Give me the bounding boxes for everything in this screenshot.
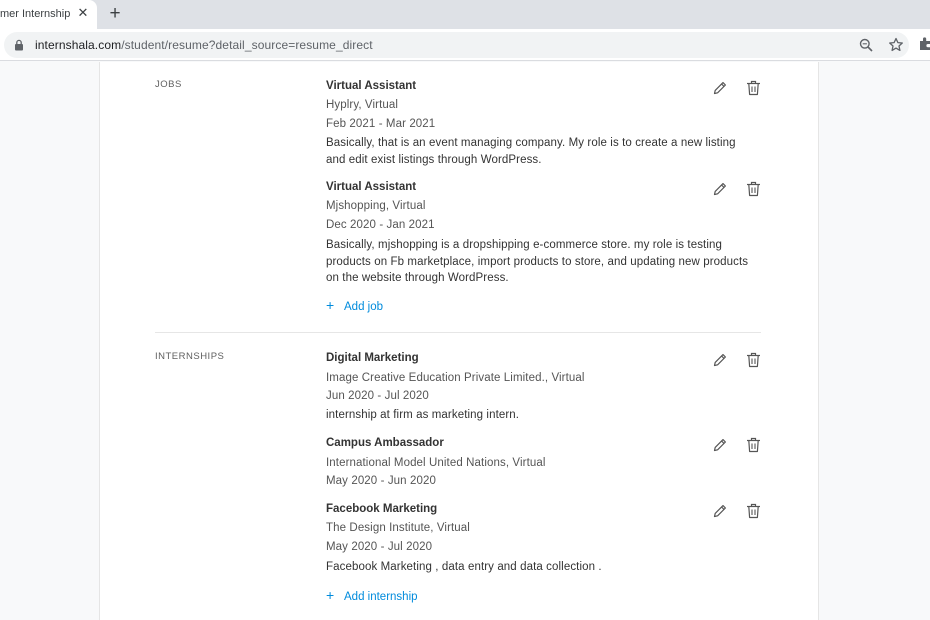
lock-icon[interactable] [13,39,25,51]
edit-pencil-icon[interactable] [712,181,728,197]
job-description: Basically, mjshopping is a dropshipping … [326,239,749,284]
plus-icon: + [326,587,335,603]
internship-company: International Model United Nations, Virt… [326,457,546,469]
job-dates: Dec 2020 - Jan 2021 [326,219,435,231]
close-tab-icon[interactable]: ✕ [76,6,90,20]
internship-dates: May 2020 - Jun 2020 [326,475,436,487]
internship-dates: May 2020 - Jul 2020 [326,541,433,553]
internship-description: Facebook Marketing , data entry and data… [326,561,602,573]
delete-trash-icon[interactable] [746,80,761,96]
delete-trash-icon[interactable] [746,503,761,519]
add-internship-link[interactable]: + Add internship [326,587,418,603]
browser-tab[interactable]: mer Internship ✕ [0,0,97,29]
internship-title: Campus Ambassador [326,437,444,449]
url-text[interactable]: internshala.com/student/resume?detail_so… [35,38,373,52]
edit-pencil-icon[interactable] [712,352,728,368]
plus-icon: + [326,297,335,313]
new-tab-icon[interactable]: + [106,4,124,24]
job-title: Virtual Assistant [326,181,417,193]
delete-trash-icon[interactable] [746,352,761,368]
extensions-puzzle-icon[interactable] [918,36,930,52]
job-title: Virtual Assistant [326,80,417,92]
delete-trash-icon[interactable] [746,437,761,453]
add-internship-label: Add internship [344,591,418,603]
browser-toolbar: internshala.com/student/resume?detail_so… [0,29,930,61]
internship-title: Digital Marketing [326,352,419,364]
job-company: Hyplry, Virtual [326,99,399,111]
zoom-icon[interactable] [859,38,873,52]
edit-pencil-icon[interactable] [712,503,728,519]
job-dates: Feb 2021 - Mar 2021 [326,118,436,130]
jobs-section-label: JOBS [155,79,182,90]
job-description: Basically, that is an event managing com… [326,137,736,166]
internship-description: internship at firm as marketing intern. [326,409,520,421]
tab-strip: mer Internship ✕ + [0,0,930,29]
delete-trash-icon[interactable] [746,181,761,197]
internships-section-label: INTERNSHIPS [155,351,225,362]
bookmark-star-icon[interactable] [888,37,904,53]
edit-pencil-icon[interactable] [712,437,728,453]
internship-company: Image Creative Education Private Limited… [326,372,585,384]
tab-title: mer Internship [0,8,71,20]
section-divider [155,332,761,333]
internship-title: Facebook Marketing [326,503,438,515]
address-bar[interactable]: internshala.com/student/resume?detail_so… [4,32,909,58]
internship-dates: Jun 2020 - Jul 2020 [326,390,429,402]
add-job-label: Add job [344,301,384,313]
edit-pencil-icon[interactable] [712,80,728,96]
job-company: Mjshopping, Virtual [326,200,426,212]
internship-company: The Design Institute, Virtual [326,522,470,534]
url-host: internshala.com [35,38,122,52]
add-job-link[interactable]: + Add job [326,297,383,313]
url-path: /student/resume?detail_source=resume_dir… [121,38,373,52]
